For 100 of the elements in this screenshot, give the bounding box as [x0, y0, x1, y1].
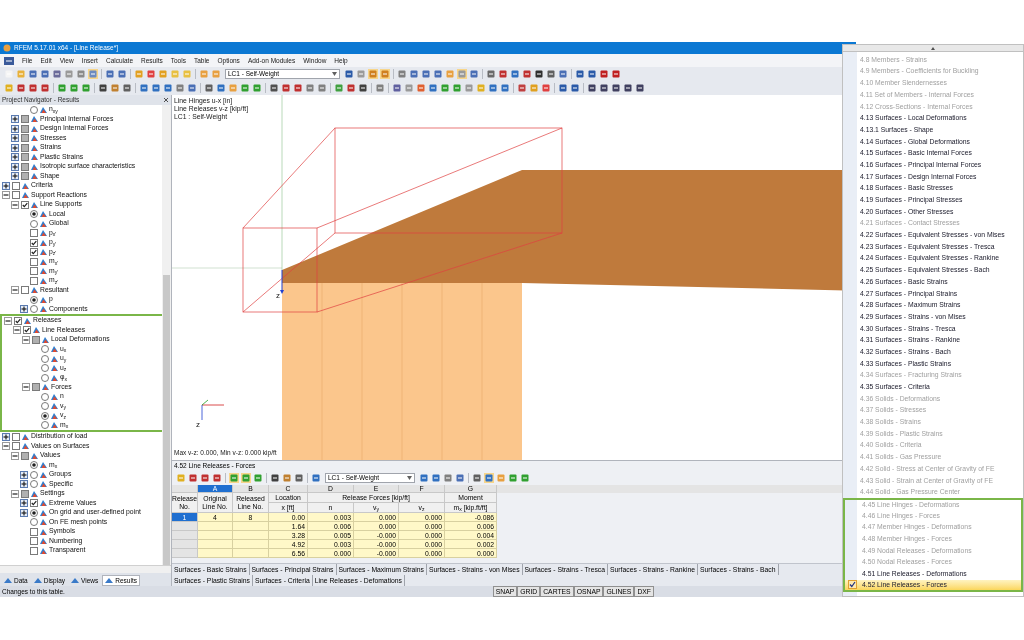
checkbox[interactable] [12, 181, 20, 190]
collapse-icon[interactable] [11, 200, 19, 209]
radio-button[interactable] [30, 105, 38, 114]
toolbar-icon[interactable] [522, 69, 532, 79]
radio-button[interactable] [30, 470, 38, 479]
radio-button[interactable] [30, 508, 38, 517]
checkbox[interactable] [21, 124, 29, 133]
radio-button[interactable] [41, 345, 49, 354]
checkbox[interactable] [21, 115, 29, 124]
toolbar-icon[interactable] [587, 83, 597, 93]
collapse-icon[interactable] [13, 326, 21, 335]
toolbar-icon[interactable] [200, 473, 210, 483]
checkbox[interactable] [23, 326, 31, 335]
toolbar-icon[interactable] [558, 83, 568, 93]
checkbox[interactable] [12, 442, 20, 451]
toolbar-icon[interactable] [498, 69, 508, 79]
radio-button[interactable] [30, 305, 38, 314]
radio-button[interactable] [30, 518, 38, 527]
expand-icon[interactable] [11, 134, 19, 143]
radio-button[interactable] [30, 210, 38, 219]
toolbar-icon[interactable] [599, 69, 609, 79]
toolbar-icon[interactable] [269, 83, 279, 93]
checkbox[interactable] [14, 316, 22, 325]
checkbox[interactable] [12, 432, 20, 441]
expand-icon[interactable] [20, 480, 28, 489]
checkbox[interactable] [21, 143, 29, 152]
document-icon[interactable] [4, 56, 14, 65]
checkbox[interactable] [30, 238, 38, 247]
collapse-icon[interactable] [22, 383, 30, 392]
toolbar-icon[interactable] [212, 473, 222, 483]
radio-button[interactable] [30, 295, 38, 304]
collapse-icon[interactable] [11, 451, 19, 460]
toolbar-icon[interactable] [344, 69, 354, 79]
expand-icon[interactable] [20, 305, 28, 314]
collapse-icon[interactable] [2, 442, 10, 451]
checkbox[interactable] [21, 286, 29, 295]
radio-button[interactable] [41, 354, 49, 363]
toolbar-icon[interactable] [188, 473, 198, 483]
toolbar-icon[interactable] [611, 69, 621, 79]
toolbar-icon[interactable] [358, 83, 368, 93]
radio-button[interactable] [30, 219, 38, 228]
expand-icon[interactable] [2, 181, 10, 190]
toolbar-icon[interactable] [599, 83, 609, 93]
toolbar-icon[interactable] [635, 83, 645, 93]
toolbar-icon[interactable] [281, 83, 291, 93]
expand-icon[interactable] [11, 153, 19, 162]
expand-icon[interactable] [11, 172, 19, 181]
toolbar-icon[interactable] [98, 83, 108, 93]
checkbox[interactable] [32, 335, 40, 344]
toolbar-icon[interactable] [40, 83, 50, 93]
radio-button[interactable] [41, 411, 49, 420]
toolbar-icon[interactable] [28, 83, 38, 93]
checkbox[interactable] [30, 248, 38, 257]
radio-button[interactable] [30, 480, 38, 489]
collapse-icon[interactable] [2, 191, 10, 200]
radio-button[interactable] [41, 402, 49, 411]
expand-icon[interactable] [11, 143, 19, 152]
checkbox[interactable] [30, 229, 38, 238]
checkbox[interactable] [30, 499, 38, 508]
close-icon[interactable] [163, 97, 169, 103]
expand-icon[interactable] [11, 162, 19, 171]
expand-icon[interactable] [11, 124, 19, 133]
checkbox[interactable] [21, 153, 29, 162]
checkbox[interactable] [21, 162, 29, 171]
expand-icon[interactable] [20, 470, 28, 479]
expand-icon[interactable] [20, 508, 28, 517]
checkbox[interactable] [30, 257, 38, 266]
checkbox[interactable] [30, 546, 38, 555]
expand-icon[interactable] [11, 115, 19, 124]
toolbar-icon[interactable] [546, 69, 556, 79]
toolbar-icon[interactable] [472, 473, 482, 483]
toolbar-icon[interactable] [293, 83, 303, 93]
checkbox[interactable] [21, 134, 29, 143]
toolbar-icon[interactable] [294, 473, 304, 483]
collapse-icon[interactable] [22, 335, 30, 344]
expand-icon[interactable] [2, 432, 10, 441]
collapse-icon[interactable] [4, 316, 12, 325]
radio-button[interactable] [41, 364, 49, 373]
checkbox[interactable] [30, 276, 38, 285]
radio-button[interactable] [41, 421, 49, 430]
radio-button[interactable] [41, 392, 49, 401]
checkbox[interactable] [30, 527, 38, 536]
toolbar-icon[interactable] [16, 83, 26, 93]
checkbox[interactable] [30, 267, 38, 276]
scrollbar[interactable] [162, 105, 171, 565]
checkbox[interactable] [32, 383, 40, 392]
toolbar-icon[interactable] [122, 83, 132, 93]
toolbar-icon[interactable] [534, 69, 544, 79]
checkbox[interactable] [21, 489, 29, 498]
collapse-icon[interactable] [11, 286, 19, 295]
toolbar-icon[interactable] [270, 473, 280, 483]
toolbar-icon[interactable] [392, 83, 402, 93]
toolbar-icon[interactable] [611, 83, 621, 93]
toolbar-icon[interactable] [623, 83, 633, 93]
checkbox[interactable] [21, 172, 29, 181]
radio-button[interactable] [30, 461, 38, 470]
toolbar-icon[interactable] [587, 69, 597, 79]
collapse-icon[interactable] [11, 489, 19, 498]
radio-button[interactable] [41, 373, 49, 382]
toolbar-icon[interactable] [346, 83, 356, 93]
